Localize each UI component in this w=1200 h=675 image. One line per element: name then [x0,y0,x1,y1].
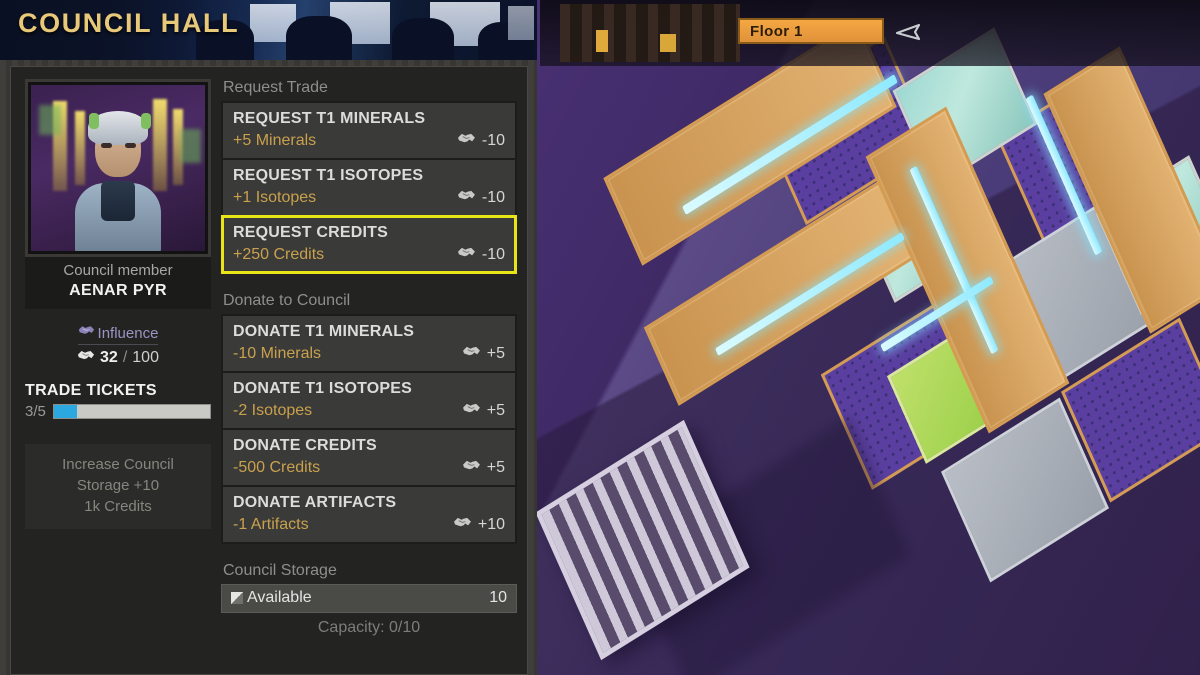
donate-item-effect: -500 Credits [233,459,321,476]
station-window-light [596,30,608,52]
donate-section-label: Donate to Council [223,292,351,309]
donate-item-row: -500 Credits +5 [233,457,505,478]
donate-item-title: DONATE CREDITS [233,437,377,454]
donate-item-row: -2 Isotopes +5 [233,400,505,421]
council-storage-row-left: Available [231,589,312,607]
council-hall-panel: COUNCIL HALL Council member AENAR PYR In… [0,0,537,675]
donate-item-cost: +10 [453,515,505,535]
council-member-portrait [31,85,205,251]
station-window-light [660,34,676,52]
donate-item-title: DONATE T1 ISOTOPES [233,380,413,397]
influence-max: 100 [132,349,159,366]
handshake-icon [78,323,95,343]
handshake-icon [453,515,472,535]
council-hall-banner: COUNCIL HALL [0,0,537,60]
council-storage-row-label: Available [247,589,312,606]
donate-item-cost-value: +5 [486,458,505,476]
donate-item-cost: +5 [462,458,505,478]
council-storage-capacity: Capacity: 0/10 [317,619,421,636]
handshake-icon [462,344,481,364]
trade-column: Request Trade REQUEST T1 MINERALS +5 Mine… [221,79,517,637]
avatar[interactable] [25,79,211,257]
request-trade-item-cost: -10 [457,245,505,265]
handshake-icon [457,131,476,151]
donate-list: DONATE T1 MINERALS -10 Minerals +5 DONATE T… [221,314,517,544]
member-name: AENAR PYR [69,282,167,299]
storage-slot-icon [231,592,243,604]
request-trade-list: REQUEST T1 MINERALS +5 Minerals -10 REQUEST… [221,101,517,274]
influence-block: Influence 32 / 100 [25,323,211,368]
request-trade-item-row: +5 Minerals -10 [233,130,505,151]
council-storage-row-value: 10 [489,589,507,606]
upgrade-cost: 1k Credits [84,498,152,515]
game-screen: Floor 1 COUNCIL HALL Council member AENA… [0,0,1200,675]
member-column: Council member AENAR PYR Influence 32 / … [25,79,211,529]
influence-value-row: 32 / 100 [25,348,211,368]
council-storage-section: Council Storage Available 10 Capacity: 0… [221,562,517,637]
donate-item[interactable]: DONATE CREDITS -500 Credits +5 [223,430,515,485]
request-trade-item-cost-value: -10 [481,245,505,263]
handshake-icon [462,458,481,478]
increase-council-storage-button[interactable]: Increase Council Storage +10 1k Credits [25,444,211,529]
handshake-icon [77,348,95,368]
donate-item-cost-value: +10 [477,515,505,533]
council-hall-body: Council member AENAR PYR Influence 32 / … [10,66,528,675]
request-trade-item-title: REQUEST T1 ISOTOPES [233,167,424,184]
handshake-icon [457,245,476,265]
donate-item-effect: -1 Artifacts [233,516,309,533]
trade-tickets-count: 3/5 [25,403,46,420]
request-trade-item-row: +1 Isotopes -10 [233,187,505,208]
donate-item-cost-value: +5 [486,344,505,362]
donate-item-title: DONATE T1 MINERALS [233,323,415,340]
trade-tickets-title: TRADE TICKETS [25,382,157,399]
member-role-label: Council member [63,262,173,279]
influence-separator: / [122,349,128,366]
upgrade-line-2: Storage +10 [76,477,160,494]
donate-item-cost: +5 [462,401,505,421]
request-trade-item-cost-value: -10 [481,131,505,149]
request-trade-item-row: +250 Credits -10 [233,244,505,265]
request-trade-item-cost: -10 [457,131,505,151]
trade-tickets-row: 3/5 [25,403,211,420]
influence-current: 32 [100,349,118,366]
donate-item-row: -1 Artifacts +10 [233,514,505,535]
donate-item-cost: +5 [462,344,505,364]
trade-tickets-block: TRADE TICKETS 3/5 [25,382,211,420]
request-trade-item-cost-value: -10 [481,188,505,206]
donate-item[interactable]: DONATE ARTIFACTS -1 Artifacts +10 [223,487,515,542]
donate-item[interactable]: DONATE T1 MINERALS -10 Minerals +5 [223,316,515,371]
influence-label: Influence [97,324,159,342]
council-storage-label: Council Storage [223,562,337,579]
member-info-plate: Council member AENAR PYR [25,257,211,309]
cursor-arrow-icon [893,20,925,42]
request-trade-item[interactable]: REQUEST CREDITS +250 Credits -10 [221,215,517,274]
floor-indicator[interactable]: Floor 1 [738,18,884,44]
council-storage-row[interactable]: Available 10 [221,584,517,613]
donate-item-effect: -2 Isotopes [233,402,313,419]
donate-item-row: -10 Minerals +5 [233,343,505,364]
donate-item-effect: -10 Minerals [233,345,322,362]
handshake-icon [462,401,481,421]
request-trade-item-effect: +5 Minerals [233,132,317,149]
request-trade-item-title: REQUEST T1 MINERALS [233,110,426,127]
request-trade-item-effect: +1 Isotopes [233,189,317,206]
request-trade-item-title: REQUEST CREDITS [233,224,389,241]
donate-item-cost-value: +5 [486,401,505,419]
request-trade-item-cost: -10 [457,188,505,208]
request-trade-item[interactable]: REQUEST T1 MINERALS +5 Minerals -10 [223,103,515,158]
request-trade-section-label: Request Trade [223,79,328,96]
request-trade-item-effect: +250 Credits [233,246,325,263]
floor-indicator-label: Floor 1 [750,22,803,40]
page-title: COUNCIL HALL [18,8,240,38]
donate-item[interactable]: DONATE T1 ISOTOPES -2 Isotopes +5 [223,373,515,428]
upgrade-line-1: Increase Council [62,456,174,473]
request-trade-item[interactable]: REQUEST T1 ISOTOPES +1 Isotopes -10 [223,160,515,215]
influence-header: Influence [77,323,159,345]
trade-tickets-progress-bar [52,404,211,419]
station-upper-structure [560,4,740,62]
trade-tickets-progress-fill [53,405,78,418]
donate-item-title: DONATE ARTIFACTS [233,494,397,511]
handshake-icon [457,188,476,208]
